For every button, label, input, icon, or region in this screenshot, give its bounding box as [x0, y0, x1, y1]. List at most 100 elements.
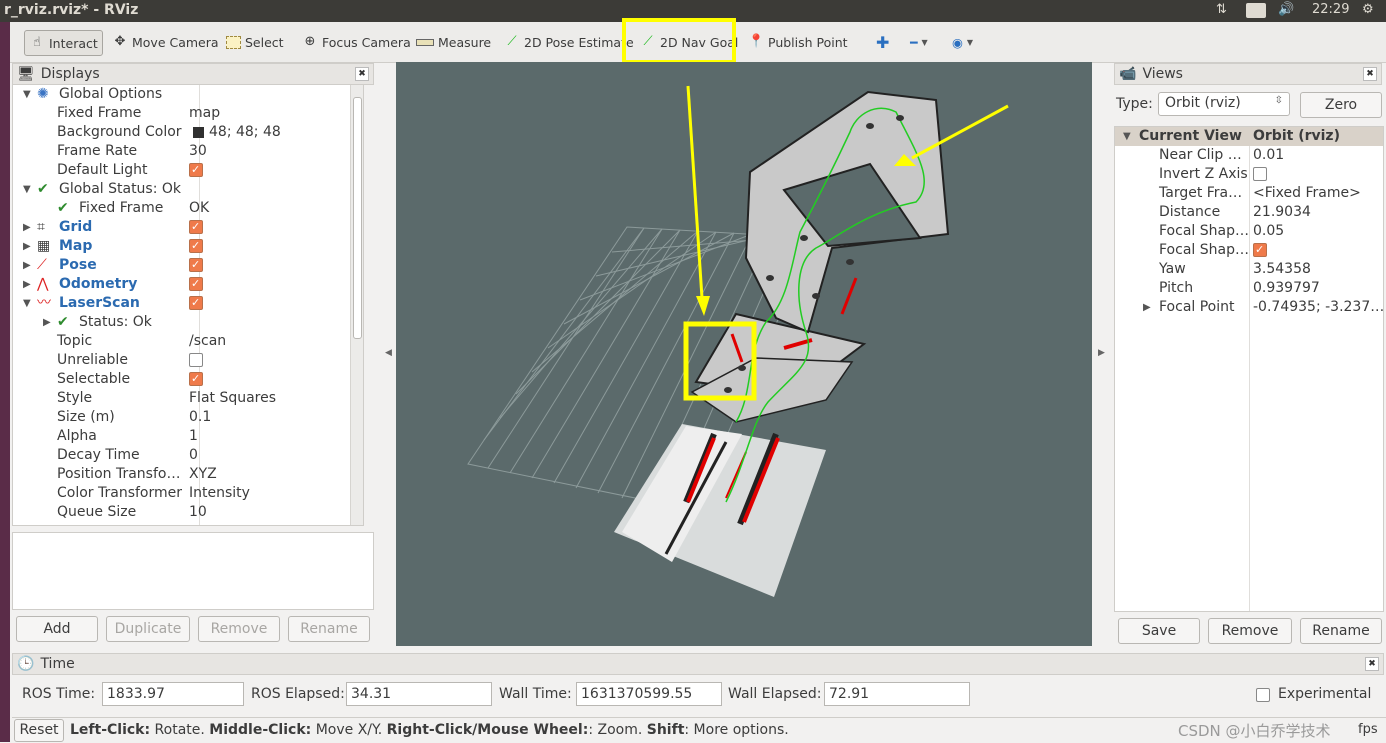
view-prop-focal-point[interactable]: ▶ Focal Point -0.74935; -3.237… [1115, 298, 1384, 317]
tree-row-queue-size[interactable]: Queue Size 10 [13, 503, 363, 522]
rename-display-button[interactable]: Rename [288, 616, 370, 642]
tree-row-grid[interactable]: ▶ ⌗ Grid [13, 217, 363, 237]
grid-enabled-checkbox[interactable] [189, 217, 203, 236]
invert-z-checkbox[interactable] [1253, 167, 1267, 181]
tree-row-global-options[interactable]: ▼ ✺ Global Options [13, 85, 363, 104]
expand-arrow-icon[interactable]: ▼ [1123, 127, 1131, 146]
volume-icon[interactable]: 🔊 [1278, 2, 1294, 17]
add-display-button[interactable]: Add [16, 616, 98, 642]
focus-camera-tool[interactable]: ⊕ Focus Camera [298, 30, 415, 54]
duplicate-display-button[interactable]: Duplicate [106, 616, 190, 642]
tree-row-position-transformer[interactable]: Position Transfo… XYZ [13, 465, 363, 484]
view-prop-invert-z[interactable]: Invert Z Axis [1115, 165, 1383, 184]
add-tool-button[interactable]: ✚ [872, 30, 893, 54]
zero-button[interactable]: Zero [1300, 92, 1382, 118]
tree-row-decay-time[interactable]: Decay Time 0 [13, 446, 363, 465]
rename-view-button[interactable]: Rename [1300, 618, 1382, 644]
selectable-checkbox[interactable] [189, 369, 203, 388]
color-swatch[interactable] [193, 127, 204, 138]
render-viewport[interactable] [396, 62, 1092, 646]
expand-arrow-icon[interactable]: ▶ [43, 313, 51, 332]
odometry-enabled-checkbox[interactable] [189, 274, 203, 293]
expand-arrow-icon[interactable]: ▼ [23, 294, 31, 313]
queue-size-value[interactable]: 10 [189, 503, 207, 522]
laserscan-enabled-checkbox[interactable] [189, 293, 203, 312]
tree-row-unreliable[interactable]: Unreliable [13, 351, 363, 370]
experimental-checkbox[interactable] [1256, 688, 1270, 702]
view-prop-value[interactable]: 0.05 [1253, 222, 1284, 241]
tree-row-laserscan[interactable]: ▼ 〰 LaserScan [13, 293, 363, 313]
expand-arrow-icon[interactable]: ▼ [23, 85, 31, 104]
expand-arrow-icon[interactable]: ▶ [23, 256, 31, 275]
view-prop-focal-shape-size[interactable]: Focal Shap… 0.05 [1115, 222, 1383, 241]
expand-arrow-icon[interactable]: ▼ [23, 180, 31, 199]
close-icon[interactable]: ✖ [1363, 67, 1377, 81]
view-prop-distance[interactable]: Distance 21.9034 [1115, 203, 1383, 222]
remove-view-button[interactable]: Remove [1208, 618, 1292, 644]
tree-row-color-transformer[interactable]: Color Transformer Intensity [13, 484, 363, 503]
remove-tool-button[interactable]: ━ ▼ [906, 30, 932, 54]
color-transformer-value[interactable]: Intensity [189, 484, 250, 503]
collapse-left-arrow-icon[interactable]: ◀ [385, 348, 392, 358]
view-prop-value[interactable]: 3.54358 [1253, 260, 1311, 279]
scrollbar-thumb[interactable] [353, 97, 362, 339]
view-prop-yaw[interactable]: Yaw 3.54358 [1115, 260, 1383, 279]
language-indicator[interactable]: En [1246, 3, 1267, 18]
topic-value[interactable]: /scan [189, 332, 226, 351]
settings-gear-icon[interactable]: ⚙ [1362, 2, 1374, 17]
tree-row-background-color[interactable]: Background Color 48; 48; 48 [13, 123, 363, 142]
view-prop-value[interactable]: 0.939797 [1253, 279, 1320, 298]
ros-time-field[interactable]: 1833.97 [102, 682, 244, 706]
view-prop-target-frame[interactable]: Target Fra… <Fixed Frame> [1115, 184, 1383, 203]
tree-row-global-status[interactable]: ▼ ✔ Global Status: Ok [13, 180, 363, 199]
tree-row-selectable[interactable]: Selectable [13, 369, 363, 389]
fixed-frame-value[interactable]: map [189, 104, 220, 123]
wall-time-field[interactable]: 1631370599.55 [576, 682, 722, 706]
pose-enabled-checkbox[interactable] [189, 255, 203, 274]
close-icon[interactable]: ✖ [355, 67, 369, 81]
measure-tool[interactable]: Measure [412, 30, 495, 54]
view-type-select[interactable]: Orbit (rviz) ⇳ [1158, 92, 1290, 116]
reset-button[interactable]: Reset [14, 719, 64, 742]
view-prop-near-clip[interactable]: Near Clip … 0.01 [1115, 146, 1383, 165]
view-prop-focal-shape-fixed[interactable]: Focal Shap… [1115, 240, 1383, 260]
publish-point-tool[interactable]: 📍 Publish Point [744, 30, 852, 54]
move-camera-tool[interactable]: ✥ Move Camera [108, 30, 223, 54]
tree-row-alpha[interactable]: Alpha 1 [13, 427, 363, 446]
view-prop-value[interactable]: 0.01 [1253, 146, 1284, 165]
alpha-value[interactable]: 1 [189, 427, 198, 446]
tree-row-laser-status[interactable]: ▶ ✔ Status: Ok [13, 313, 363, 332]
decay-time-value[interactable]: 0 [189, 446, 198, 465]
unreliable-checkbox[interactable] [189, 353, 203, 367]
frame-rate-value[interactable]: 30 [189, 142, 207, 161]
expand-arrow-icon[interactable]: ▶ [23, 218, 31, 237]
style-value[interactable]: Flat Squares [189, 389, 276, 408]
interact-tool[interactable]: ☝ Interact [24, 30, 103, 56]
remove-display-button[interactable]: Remove [198, 616, 280, 642]
wall-elapsed-field[interactable]: 72.91 [824, 682, 970, 706]
collapse-right-arrow-icon[interactable]: ▶ [1098, 348, 1105, 358]
scene-canvas[interactable] [396, 62, 1092, 646]
expand-arrow-icon[interactable]: ▶ [23, 275, 31, 294]
close-icon[interactable]: ✖ [1365, 657, 1379, 671]
expand-arrow-icon[interactable]: ▶ [1143, 298, 1151, 317]
tree-row-default-light[interactable]: Default Light [13, 160, 363, 180]
network-icon[interactable]: ⇅ [1216, 2, 1227, 17]
tree-row-fixed-frame[interactable]: Fixed Frame map [13, 104, 363, 123]
size-value[interactable]: 0.1 [189, 408, 211, 427]
tree-row-fixed-frame-status[interactable]: ✔ Fixed Frame OK [13, 199, 363, 218]
views-tree[interactable]: ▼ Current View Orbit (rviz) Near Clip … … [1114, 126, 1384, 612]
current-view-row[interactable]: ▼ Current View Orbit (rviz) [1115, 127, 1383, 146]
displays-scrollbar[interactable] [350, 85, 363, 525]
ros-elapsed-field[interactable]: 34.31 [346, 682, 492, 706]
save-view-button[interactable]: Save [1118, 618, 1200, 644]
view-prop-value[interactable]: <Fixed Frame> [1253, 184, 1361, 203]
tree-row-pose[interactable]: ▶ ⟋ Pose [13, 255, 363, 275]
select-tool[interactable]: Select [222, 30, 288, 54]
tree-row-odometry[interactable]: ▶ ⋀ Odometry [13, 274, 363, 294]
panels-visibility-button[interactable]: ◉ ▼ [948, 30, 977, 54]
position-transformer-value[interactable]: XYZ [189, 465, 217, 484]
view-prop-pitch[interactable]: Pitch 0.939797 [1115, 279, 1383, 298]
clock[interactable]: 22:29 [1312, 2, 1349, 17]
expand-arrow-icon[interactable]: ▶ [23, 237, 31, 256]
